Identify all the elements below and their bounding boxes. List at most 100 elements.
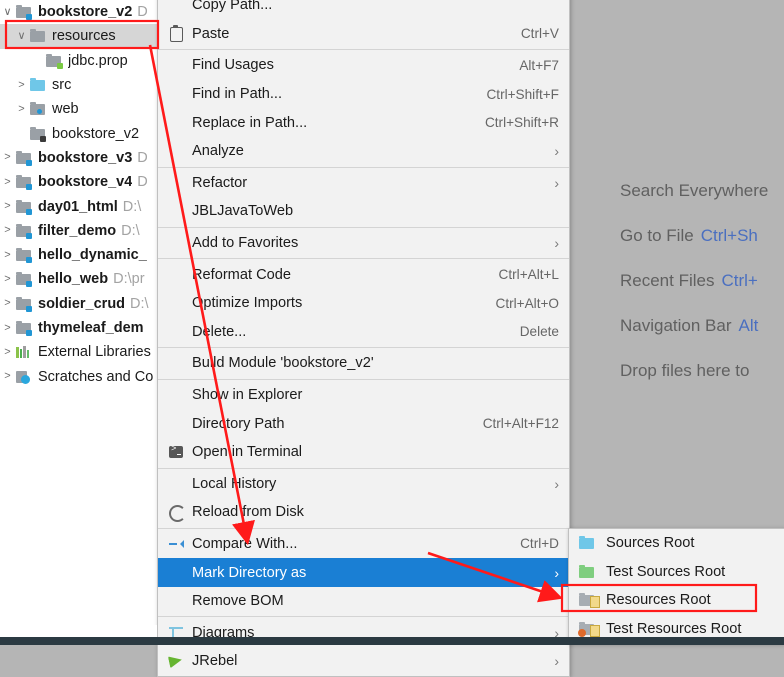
resources-root-icon xyxy=(578,592,600,609)
menu-item-local-history[interactable]: Local History › xyxy=(158,470,569,499)
tree-twisty-icon[interactable]: > xyxy=(0,298,15,309)
tree-twisty-icon[interactable]: > xyxy=(0,371,15,382)
menu-item-open-in-terminal[interactable]: Open in Terminal xyxy=(158,438,569,467)
tree-row[interactable]: ∨ resources xyxy=(0,24,170,49)
tree-twisty-icon[interactable]: > xyxy=(0,176,15,188)
tree-item-label: External Libraries xyxy=(38,344,151,361)
tree-row[interactable]: > hello_web D:\pr xyxy=(0,267,170,291)
tree-item-label: soldier_crud xyxy=(38,295,126,312)
submenu-chevron-icon: › xyxy=(554,174,559,191)
tree-twisty-icon[interactable]: ∨ xyxy=(0,6,15,18)
menu-item-label: Show in Explorer xyxy=(192,387,303,404)
submenu-item-resources-root[interactable]: Resources Root xyxy=(569,586,784,615)
tree-twisty-icon[interactable]: > xyxy=(14,103,29,115)
menu-separator xyxy=(158,258,569,260)
menu-item-label: Find in Path... xyxy=(192,86,283,103)
tree-row[interactable]: > bookstore_v4 D xyxy=(0,170,170,194)
context-menu[interactable]: Copy Path... Paste Ctrl+V Find Usages Alt+F7… xyxy=(157,0,570,677)
menu-item-label: Analyze xyxy=(192,143,244,160)
tree-row[interactable]: > day01_html D:\ xyxy=(0,194,170,218)
menu-item-show-in-explorer[interactable]: Show in Explorer xyxy=(158,381,569,410)
module-folder-icon xyxy=(15,4,33,21)
menu-item-analyze[interactable]: Analyze › xyxy=(158,137,569,166)
submenu-item-sources-root[interactable]: Sources Root xyxy=(569,529,784,558)
menu-item-add-to-favorites[interactable]: Add to Favorites › xyxy=(158,229,569,258)
menu-item-build-module-bookstore-v2[interactable]: Build Module 'bookstore_v2' xyxy=(158,349,569,378)
tree-row[interactable]: jdbc.prop xyxy=(0,49,170,73)
menu-item-refactor[interactable]: Refactor › xyxy=(158,169,569,198)
menu-item-label: Reload from Disk xyxy=(192,504,304,521)
folder-icon xyxy=(29,28,47,44)
menu-icon-none xyxy=(166,235,188,251)
tree-twisty-icon[interactable]: > xyxy=(0,273,15,285)
project-tool-window[interactable]: ∨ bookstore_v2 D ∨ resources jdbc.prop > src > we… xyxy=(0,0,170,645)
tree-row[interactable]: > filter_demo D:\ xyxy=(0,219,170,243)
menu-item-delete[interactable]: Delete... Delete xyxy=(158,318,569,347)
tree-item-path: D xyxy=(137,149,148,166)
tree-twisty-icon[interactable]: > xyxy=(0,152,15,163)
submenu-item-label: Test Sources Root xyxy=(606,563,726,580)
tree-item-label: hello_web xyxy=(38,271,109,288)
tree-twisty-icon[interactable]: > xyxy=(0,249,15,261)
module-folder-icon xyxy=(15,271,33,288)
menu-separator xyxy=(158,616,569,618)
menu-separator xyxy=(158,226,569,228)
menu-item-jrebel[interactable]: JRebel › xyxy=(158,647,569,676)
tree-row[interactable]: > hello_dynamic_ xyxy=(0,243,170,267)
menu-item-replace-in-path[interactable]: Replace in Path... Ctrl+Shift+R xyxy=(158,108,569,137)
menu-item-jbljavatoweb[interactable]: JBLJavaToWeb xyxy=(158,197,569,226)
scratches-icon xyxy=(15,369,33,385)
tree-twisty-icon[interactable]: > xyxy=(0,201,15,212)
menu-item-find-usages[interactable]: Find Usages Alt+F7 xyxy=(158,51,569,80)
editor-hint-text: Drop files here to xyxy=(620,361,750,380)
submenu-item-test-sources-root[interactable]: Test Sources Root xyxy=(569,558,784,587)
paste-icon xyxy=(166,24,188,42)
mark-directory-as-submenu[interactable]: Sources Root Test Sources Root Resources R… xyxy=(568,528,784,645)
menu-item-paste[interactable]: Paste Ctrl+V xyxy=(158,20,569,49)
tree-row[interactable]: > soldier_crud D:\ xyxy=(0,292,170,316)
menu-separator xyxy=(158,527,569,529)
status-bar xyxy=(0,637,784,645)
tree-row[interactable]: bookstore_v2 xyxy=(0,121,170,145)
tree-item-label: bookstore_v2 xyxy=(52,125,140,142)
menu-item-directory-path[interactable]: Directory Path Ctrl+Alt+F12 xyxy=(158,409,569,438)
menu-item-remove-bom[interactable]: Remove BOM xyxy=(158,587,569,616)
tree-item-label: resources xyxy=(52,28,116,45)
menu-item-label: Optimize Imports xyxy=(192,295,303,312)
tree-row[interactable]: > web xyxy=(0,97,170,121)
tree-twisty-icon[interactable]: > xyxy=(0,225,15,236)
menu-item-find-in-path[interactable]: Find in Path... Ctrl+Shift+F xyxy=(158,80,569,109)
module-folder-icon xyxy=(15,199,33,215)
editor-empty-hints: Search Everywhere Go to File Ctrl+Sh Recent… xyxy=(620,168,784,393)
menu-item-compare-with[interactable]: Compare With... Ctrl+D xyxy=(158,530,569,559)
tree-twisty-icon[interactable]: > xyxy=(0,322,15,334)
menu-item-reformat-code[interactable]: Reformat Code Ctrl+Alt+L xyxy=(158,260,569,289)
tree-row[interactable]: > bookstore_v3 D xyxy=(0,146,170,170)
menu-item-copy-path[interactable]: Copy Path... xyxy=(158,0,569,20)
external-libraries-icon xyxy=(15,344,33,360)
tree-row[interactable]: > External Libraries xyxy=(0,340,170,364)
tree-row[interactable]: > thymeleaf_dem xyxy=(0,316,170,340)
jrebel-icon xyxy=(166,653,188,669)
tree-twisty-icon[interactable]: > xyxy=(14,79,29,91)
menu-icon-none xyxy=(166,476,188,492)
editor-hint-text: Recent Files xyxy=(620,271,715,290)
menu-item-shortcut: Ctrl+Alt+O xyxy=(495,295,559,311)
tree-twisty-icon[interactable]: > xyxy=(0,346,15,358)
tree-row[interactable]: ∨ bookstore_v2 D xyxy=(0,0,170,24)
menu-item-mark-directory-as[interactable]: Mark Directory as › xyxy=(158,558,569,587)
tree-twisty-icon[interactable]: ∨ xyxy=(14,30,29,42)
menu-item-label: Copy Path... xyxy=(192,0,273,14)
tree-item-label: src xyxy=(52,77,72,94)
menu-item-label: JRebel xyxy=(192,653,238,670)
menu-item-reload-from-disk[interactable]: Reload from Disk xyxy=(158,498,569,527)
menu-item-label: Refactor xyxy=(192,174,248,191)
tree-row[interactable]: > src xyxy=(0,73,170,97)
editor-hint-shortcut: Ctrl+Sh xyxy=(700,226,758,245)
tree-item-path: D:\ xyxy=(130,295,149,312)
submenu-chevron-icon: › xyxy=(554,475,559,492)
tree-row[interactable]: > Scratches and Co xyxy=(0,364,170,388)
menu-item-optimize-imports[interactable]: Optimize Imports Ctrl+Alt+O xyxy=(158,289,569,318)
web-folder-icon xyxy=(29,101,47,117)
menu-icon-none xyxy=(166,593,188,609)
